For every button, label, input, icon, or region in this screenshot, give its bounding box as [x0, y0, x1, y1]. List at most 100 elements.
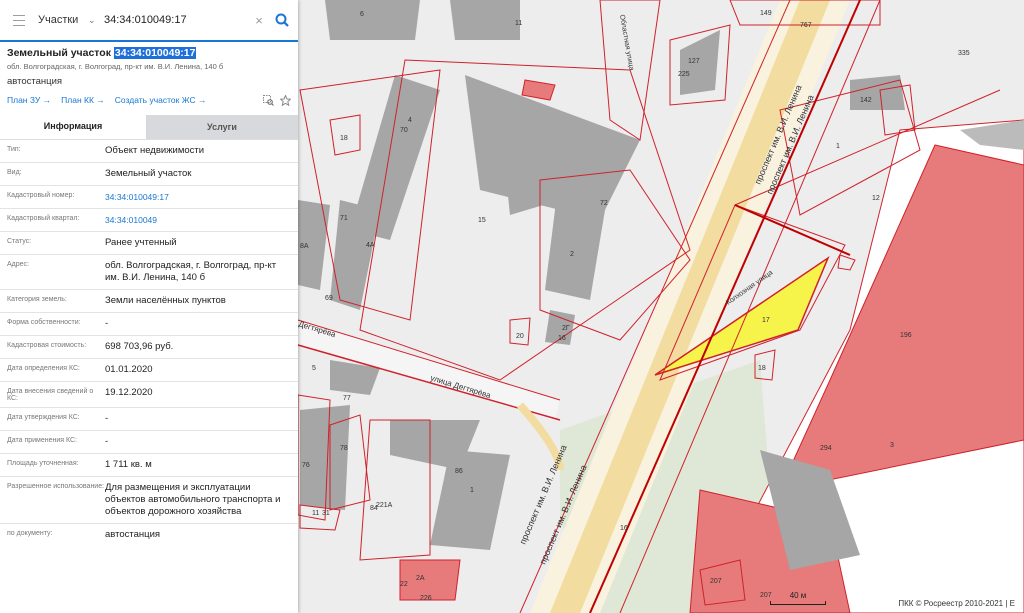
chevron-down-icon[interactable]: ⌄ — [88, 15, 102, 26]
attr-value: 698 703,96 руб. — [105, 341, 174, 352]
parcel-number: 16 — [620, 525, 628, 532]
parcel-number: 71 — [340, 215, 348, 222]
attr-label: Дата внесения сведений о КС: — [7, 388, 94, 402]
parcel-number: 335 — [958, 50, 970, 57]
attr-value: Земли населённых пунктов — [105, 295, 226, 306]
attr-label: Адрес: — [7, 261, 29, 268]
tab-info[interactable]: Информация — [0, 115, 146, 139]
parcel-number: 17 — [762, 317, 770, 324]
scale-label: 40 м — [789, 591, 807, 600]
parcel-number: 4А — [366, 242, 375, 249]
clear-icon[interactable]: × — [252, 13, 266, 28]
object-type: Земельный участок — [7, 47, 111, 59]
attr-label: по документу: — [7, 530, 53, 537]
tab-bar: Информация Услуги — [0, 115, 298, 140]
parcel-number: 225 — [678, 71, 690, 78]
attr-label: Вид: — [7, 169, 22, 176]
menu-button[interactable] — [0, 0, 38, 40]
attr-label: Форма собственности: — [7, 319, 81, 326]
attr-label: Площадь уточненная: — [7, 460, 79, 467]
parcel-number: 2 — [570, 251, 574, 258]
attr-label: Кадастровый номер: — [7, 192, 75, 199]
info-panel: Участки ⌄ × Земельный участок 34:34:0100… — [0, 0, 298, 613]
parcel-number: 149 — [760, 10, 772, 17]
cad-quarter-link[interactable]: 34:34:010049 — [105, 214, 291, 226]
hamburger-icon — [13, 13, 25, 28]
parcel-number: 16 — [558, 335, 566, 342]
object-title: Земельный участок 34:34:010049:17 — [7, 47, 291, 59]
plan-kk-link[interactable]: План КК → — [61, 95, 105, 105]
attr-label: Кадастровый квартал: — [7, 215, 80, 222]
attr-value: Для размещения и эксплуатации объектов а… — [105, 482, 281, 517]
parcel-number: 4 — [408, 117, 412, 124]
parcel-number: 20 — [516, 333, 524, 340]
attr-row: Тип: Объект недвижимости — [0, 140, 298, 163]
attr-row: Форма собственности: - — [0, 313, 298, 336]
object-address: обл. Волгоградская, г. Волгоград, пр-кт … — [7, 62, 224, 71]
parcel-number: 1 — [470, 487, 474, 494]
attr-value: Ранее учтенный — [105, 237, 177, 248]
cad-number-link[interactable]: 34:34:010049:17 — [105, 191, 291, 203]
action-links: План ЗУ → План КК → Создать участок ЖС → — [0, 87, 298, 107]
attr-row: Разрешенное использование: Для размещения… — [0, 477, 298, 524]
attr-row: Дата утверждения КС: - — [0, 408, 298, 431]
attr-value: обл. Волгоградская, г. Волгоград, пр-кт … — [105, 260, 277, 283]
parcel-number: 221А — [376, 502, 393, 509]
attr-value: автостанция — [105, 529, 161, 540]
plan-zu-link[interactable]: План ЗУ → — [7, 95, 51, 105]
attributes-table: Тип: Объект недвижимости Вид: Земельный уч… — [0, 140, 298, 546]
attr-value: 01.01.2020 — [105, 364, 153, 375]
attr-label: Дата утверждения КС: — [7, 414, 80, 421]
parcel-number: 2Г — [562, 325, 570, 332]
attr-row: Дата внесения сведений о КС: 19.12.2020 — [0, 382, 298, 408]
parcel-number: 76 — [302, 462, 310, 469]
attr-label: Кадастровая стоимость: — [7, 342, 87, 349]
parcel-number: 11 — [312, 510, 319, 517]
attr-label: Тип: — [7, 146, 21, 153]
tab-services[interactable]: Услуги — [146, 115, 298, 139]
parcel-number: 226 — [420, 595, 432, 602]
attr-label: Дата определения КС: — [7, 365, 80, 372]
parcel-number: 86 — [455, 468, 463, 475]
parcel-number: 70 — [400, 127, 408, 134]
parcel-number: 5 — [312, 365, 316, 372]
parcel-number: 8А — [300, 243, 309, 250]
parcel-number: 77 — [343, 395, 351, 402]
search-input[interactable] — [102, 13, 252, 27]
search-button[interactable] — [266, 0, 298, 40]
search-bar: Участки ⌄ × — [0, 0, 298, 42]
attr-label: Статус: — [7, 238, 32, 245]
search-icon — [275, 13, 289, 27]
parcel-number: 767 — [800, 22, 812, 29]
object-header: Земельный участок 34:34:010049:17 обл. В… — [0, 42, 298, 87]
scale-bar: 40 м — [770, 591, 826, 605]
parcel-number: 12 — [872, 195, 880, 202]
star-icon[interactable] — [280, 94, 291, 106]
parcel-number: 207 — [710, 578, 722, 585]
parcel-number: 196 — [900, 332, 912, 339]
attr-row: Статус: Ранее учтенный — [0, 232, 298, 255]
attr-value: 1 711 кв. м — [105, 459, 152, 470]
attr-row: Дата применения КС: - — [0, 431, 298, 454]
create-parcel-link[interactable]: Создать участок ЖС → — [115, 95, 207, 105]
attr-value: - — [105, 436, 109, 447]
parcel-number: 11 — [515, 20, 522, 27]
attr-row: Категория земель: Земли населённых пункто… — [0, 290, 298, 313]
attr-row: Вид: Земельный участок — [0, 163, 298, 186]
parcel-number: 127 — [688, 58, 700, 65]
object-use: автостанция — [7, 76, 63, 87]
parcel-number: 18 — [758, 365, 766, 372]
attr-row: Кадастровый номер: 34:34:010049:17 — [0, 186, 298, 209]
zoom-to-object-icon[interactable] — [263, 94, 274, 106]
parcel-number: 1 — [836, 143, 840, 150]
object-cad-number[interactable]: 34:34:010049:17 — [113, 47, 197, 59]
parcel-number: 2А — [416, 575, 425, 582]
parcel-number: 22 — [400, 581, 408, 588]
parcel-number: 142 — [860, 97, 872, 104]
attr-row: Адрес: обл. Волгоградская, г. Волгоград, … — [0, 255, 298, 290]
attr-row: по документу: автостанция — [0, 524, 298, 546]
attr-value: Объект недвижимости — [105, 145, 205, 156]
search-type-select[interactable]: Участки — [38, 14, 88, 26]
parcel-number: 15 — [478, 217, 486, 224]
parcel-number: 294 — [820, 445, 832, 452]
